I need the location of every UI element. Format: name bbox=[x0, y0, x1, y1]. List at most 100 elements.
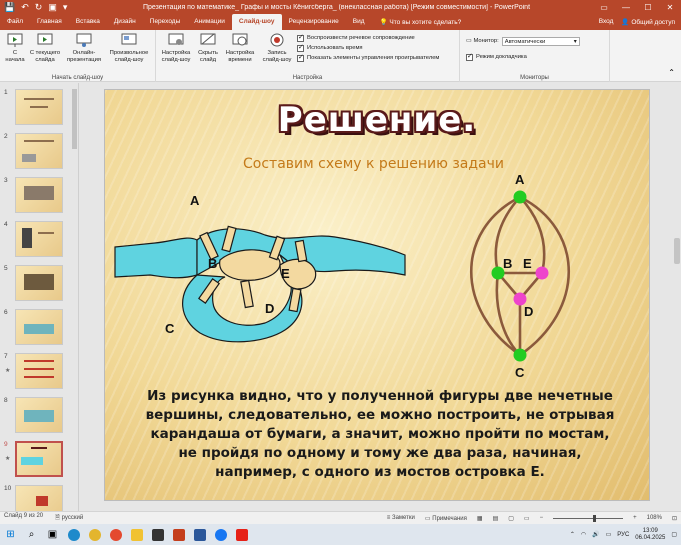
from-beginning-button[interactable]: С начала bbox=[3, 32, 27, 63]
window-title: Презентация по математике_ Графы и мосты… bbox=[142, 3, 531, 11]
chrome-browser-icon[interactable] bbox=[84, 524, 105, 545]
tab-transitions[interactable]: Переходы bbox=[143, 14, 188, 30]
clock-date: 06.04.2025 bbox=[635, 534, 666, 541]
presenter-view-checkbox[interactable]: Режим докладчика bbox=[466, 52, 527, 62]
maximize-button[interactable]: ☐ bbox=[637, 3, 659, 12]
slide-vertical-scrollbar[interactable] bbox=[673, 83, 681, 511]
input-language[interactable]: РУС bbox=[617, 532, 629, 538]
app-icon[interactable] bbox=[147, 524, 168, 545]
redo-icon[interactable]: ↻ bbox=[35, 2, 43, 13]
rehearse-timings-button[interactable]: Настройка времени bbox=[223, 32, 257, 63]
clock[interactable]: 13:09 06.04.2025 bbox=[635, 528, 665, 542]
slide-editing-area: Решение. Составим схему к решению задачи… bbox=[80, 83, 673, 511]
save-icon[interactable]: 💾 bbox=[4, 2, 15, 13]
tab-slideshow[interactable]: Слайд-шоу bbox=[231, 14, 282, 30]
title-bar: 💾 ↶ ↻ ▣ ▾ Презентация по математике_ Гра… bbox=[0, 0, 681, 14]
tab-insert[interactable]: Вставка bbox=[69, 14, 107, 30]
thumbnail-scrollbar[interactable] bbox=[72, 85, 77, 505]
current-slide[interactable]: Решение. Составим схему к решению задачи… bbox=[104, 89, 650, 501]
notes-button[interactable]: ≡ Заметки bbox=[387, 515, 415, 521]
from-current-icon bbox=[37, 33, 53, 45]
tab-file[interactable]: Файл bbox=[0, 14, 30, 30]
thumbnail-image bbox=[15, 309, 63, 345]
tab-view[interactable]: Вид bbox=[346, 14, 372, 30]
zoom-out-button[interactable]: − bbox=[540, 515, 544, 521]
file-explorer-icon[interactable] bbox=[126, 524, 147, 545]
graph-label-a: A bbox=[515, 172, 525, 187]
youtube-icon[interactable] bbox=[231, 524, 252, 545]
comments-button[interactable]: ▭ Примечания bbox=[425, 515, 467, 522]
zoom-in-button[interactable]: + bbox=[633, 515, 637, 521]
close-button[interactable]: ✕ bbox=[659, 3, 681, 12]
reading-view-icon[interactable]: ▢ bbox=[508, 515, 514, 522]
hide-slide-button[interactable]: Скрыть слайд bbox=[195, 32, 221, 63]
word-icon[interactable] bbox=[189, 524, 210, 545]
graph-node-a bbox=[513, 190, 527, 204]
search-icon[interactable]: ⌕ bbox=[21, 524, 42, 545]
slideshow-view-icon[interactable]: ▭ bbox=[524, 515, 530, 522]
yandex-browser-icon[interactable] bbox=[105, 524, 126, 545]
setup-slideshow-button[interactable]: Настройка слайд-шоу bbox=[159, 32, 193, 63]
graph-node-e bbox=[535, 266, 549, 280]
monitor-select[interactable]: Автоматически bbox=[501, 36, 580, 46]
fit-slide-icon[interactable]: ⊡ bbox=[672, 515, 677, 522]
facebook-icon[interactable] bbox=[210, 524, 231, 545]
slide-body-text[interactable]: Из рисунка видно, что у полученной фигур… bbox=[145, 387, 615, 482]
network-icon[interactable]: ◠ bbox=[581, 531, 586, 538]
bridges-map[interactable]: A B C D E bbox=[105, 185, 415, 360]
minimize-button[interactable]: — bbox=[615, 3, 637, 12]
task-view-icon[interactable]: ▣ bbox=[42, 524, 63, 545]
slide-scroll-thumb[interactable] bbox=[674, 238, 680, 264]
group-label-setup: Настройка bbox=[292, 75, 323, 81]
volume-icon[interactable]: 🔊 bbox=[592, 531, 599, 538]
thumbnail-image bbox=[15, 221, 63, 257]
status-bar: Слайд 9 из 20 🗎 русский ≡ Заметки ▭ Прим… bbox=[0, 511, 681, 524]
undo-icon[interactable]: ↶ bbox=[21, 2, 29, 13]
graph-node-c bbox=[513, 348, 527, 362]
graph-label-c: C bbox=[515, 365, 525, 380]
system-tray: ⌃ ◠ 🔊 ▭ РУС 13:09 06.04.2025 ▢ bbox=[570, 528, 681, 542]
record-slideshow-button[interactable]: Запись слайд-шоу bbox=[259, 32, 295, 63]
checkbox-checked-icon bbox=[297, 33, 304, 42]
collapse-ribbon-icon[interactable]: ⌃ bbox=[668, 30, 681, 81]
chevron-up-icon[interactable]: ⌃ bbox=[570, 531, 575, 538]
slide-sorter-icon[interactable]: ▤ bbox=[493, 515, 499, 522]
battery-icon[interactable]: ▭ bbox=[606, 531, 612, 538]
thumbnail-image bbox=[15, 133, 63, 169]
play-narrations-checkbox[interactable]: Воспроизвести речевое сопровождение bbox=[297, 33, 439, 43]
tab-review[interactable]: Рецензирование bbox=[282, 14, 346, 30]
normal-view-icon[interactable]: ▦ bbox=[477, 515, 483, 522]
notifications-icon[interactable]: ▢ bbox=[671, 531, 677, 538]
slide-title[interactable]: Решение. bbox=[105, 100, 649, 140]
thumbnail-scroll-thumb[interactable] bbox=[72, 89, 77, 149]
signin-link[interactable]: Вход bbox=[599, 18, 614, 26]
tell-me-box[interactable]: 💡 Что вы хотите сделать? bbox=[380, 18, 462, 26]
windows-taskbar: ⊞ ⌕ ▣ ⌃ ◠ 🔊 ▭ РУС 13:09 06.04.2025 ▢ bbox=[0, 524, 681, 545]
graph-label-e: E bbox=[523, 256, 532, 271]
tab-animations[interactable]: Анимации bbox=[187, 14, 232, 30]
ribbon-options-icon[interactable]: ▭ bbox=[593, 3, 615, 12]
tab-home[interactable]: Главная bbox=[30, 14, 69, 30]
customize-qa-icon[interactable]: ▾ bbox=[63, 2, 68, 13]
setup-slideshow-icon bbox=[168, 33, 184, 45]
zoom-level[interactable]: 108% bbox=[647, 515, 662, 521]
language-indicator[interactable]: 🗎 русский bbox=[55, 513, 83, 523]
thumbnail-image bbox=[15, 441, 63, 477]
graph-diagram[interactable]: A B E D C bbox=[465, 170, 575, 385]
use-timings-checkbox[interactable]: Использовать время bbox=[297, 43, 439, 53]
present-online-button[interactable]: Онлайн-презентация bbox=[63, 32, 105, 63]
record-icon bbox=[270, 33, 284, 47]
show-media-controls-checkbox[interactable]: Показать элементы управления проигрывате… bbox=[297, 53, 439, 63]
share-button[interactable]: 👤 Общий доступ bbox=[621, 18, 675, 26]
start-button[interactable]: ⊞ bbox=[0, 524, 21, 545]
powerpoint-icon[interactable] bbox=[168, 524, 189, 545]
thumbnail-image bbox=[15, 89, 63, 125]
tab-design[interactable]: Дизайн bbox=[107, 14, 143, 30]
from-current-slide-button[interactable]: С текущего слайда bbox=[29, 32, 61, 63]
edge-browser-icon[interactable] bbox=[63, 524, 84, 545]
map-label-e: E bbox=[281, 266, 290, 281]
custom-slideshow-button[interactable]: Произвольное слайд-шоу bbox=[107, 32, 151, 63]
start-slideshow-icon[interactable]: ▣ bbox=[48, 2, 57, 13]
from-beginning-icon bbox=[7, 33, 23, 47]
zoom-slider[interactable] bbox=[553, 514, 624, 522]
